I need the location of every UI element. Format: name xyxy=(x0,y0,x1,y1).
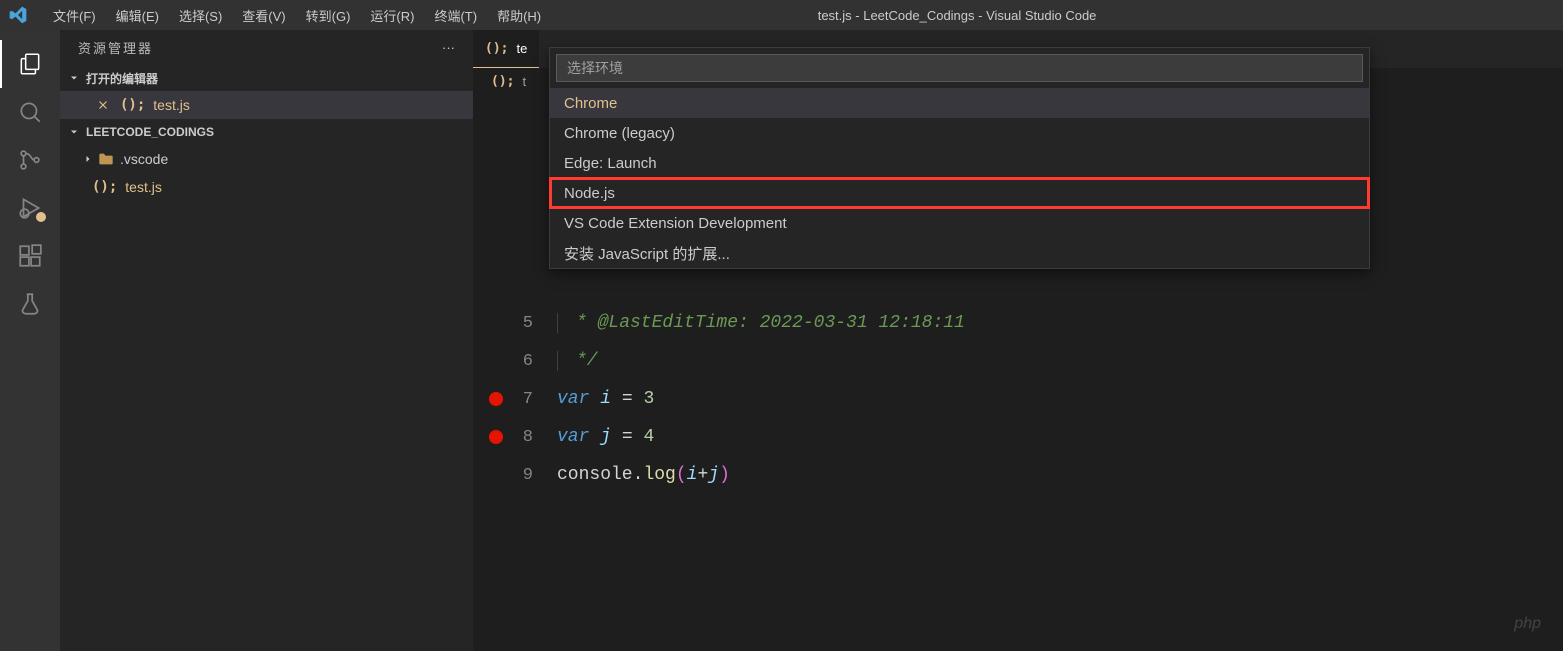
open-editors-section[interactable]: 打开的编辑器 xyxy=(60,65,473,91)
window-title: test.js - LeetCode_Codings - Visual Stud… xyxy=(551,8,1563,23)
open-editors-label: 打开的编辑器 xyxy=(86,70,158,87)
chevron-right-icon xyxy=(82,153,96,165)
environment-input[interactable]: 选择环境 xyxy=(556,54,1363,82)
breakpoint-icon[interactable] xyxy=(489,430,503,444)
run-debug-icon[interactable] xyxy=(0,184,60,232)
code-line: 9 console.log(i+j) xyxy=(473,456,1563,494)
line-number: 5 xyxy=(473,314,553,333)
line-number: 8 xyxy=(473,428,553,447)
menubar: 文件(F) 编辑(E) 选择(S) 查看(V) 转到(G) 运行(R) 终端(T… xyxy=(43,2,551,29)
file-label: test.js xyxy=(125,179,162,195)
editor-tab-active[interactable]: (); te xyxy=(473,30,539,68)
env-option-chrome[interactable]: Chrome xyxy=(550,88,1369,118)
code-line: 8 var j = 4 xyxy=(473,418,1563,456)
menu-file[interactable]: 文件(F) xyxy=(43,2,106,29)
more-actions-icon[interactable]: ··· xyxy=(442,40,455,55)
breakpoint-icon[interactable] xyxy=(489,392,503,406)
js-file-icon: (); xyxy=(485,41,508,56)
js-file-icon: (); xyxy=(491,74,514,89)
line-number: 7 xyxy=(473,390,553,409)
explorer-icon[interactable] xyxy=(0,40,60,88)
code-comment: * @LastEditTime: 2022-03-31 12:18:11 xyxy=(557,313,965,333)
debug-badge-icon xyxy=(34,210,48,224)
breadcrumb-label: t xyxy=(522,74,526,89)
menu-go[interactable]: 转到(G) xyxy=(296,2,361,29)
line-number: 9 xyxy=(473,466,553,485)
watermark: php xyxy=(1514,615,1541,633)
code-comment: */ xyxy=(557,351,598,371)
tab-label: te xyxy=(516,41,527,56)
code-line: 7 var i = 3 xyxy=(473,380,1563,418)
source-control-icon[interactable] xyxy=(0,136,60,184)
project-label: LEETCODE_CODINGS xyxy=(86,125,214,139)
chevron-down-icon xyxy=(68,72,82,84)
code-line: 5 * @LastEditTime: 2022-03-31 12:18:11 xyxy=(473,304,1563,342)
folder-label: .vscode xyxy=(120,151,168,167)
extensions-icon[interactable] xyxy=(0,232,60,280)
code-line: 6 */ xyxy=(473,342,1563,380)
menu-help[interactable]: 帮助(H) xyxy=(487,2,551,29)
titlebar: 文件(F) 编辑(E) 选择(S) 查看(V) 转到(G) 运行(R) 终端(T… xyxy=(0,0,1563,30)
menu-run[interactable]: 运行(R) xyxy=(360,2,424,29)
testing-icon[interactable] xyxy=(0,280,60,328)
open-editor-item[interactable]: (); test.js xyxy=(60,91,473,119)
js-file-icon: (); xyxy=(92,179,117,195)
folder-item[interactable]: .vscode xyxy=(60,145,473,173)
activity-bar xyxy=(0,30,60,651)
env-option-chrome-legacy[interactable]: Chrome (legacy) xyxy=(550,118,1369,148)
sidebar: 资源管理器 ··· 打开的编辑器 (); test.js LEETCODE_CO… xyxy=(60,30,473,651)
vscode-logo-icon xyxy=(8,5,43,25)
line-number: 6 xyxy=(473,352,553,371)
environment-picker: 选择环境 Chrome Chrome (legacy) Edge: Launch… xyxy=(549,47,1370,269)
js-file-icon: (); xyxy=(120,97,145,113)
env-option-install-js-ext[interactable]: 安装 JavaScript 的扩展... xyxy=(550,238,1369,268)
menu-edit[interactable]: 编辑(E) xyxy=(106,2,169,29)
env-option-edge-launch[interactable]: Edge: Launch xyxy=(550,148,1369,178)
input-placeholder: 选择环境 xyxy=(567,58,623,78)
environment-list: Chrome Chrome (legacy) Edge: Launch Node… xyxy=(550,88,1369,268)
env-option-nodejs[interactable]: Node.js xyxy=(550,178,1369,208)
menu-terminal[interactable]: 终端(T) xyxy=(424,2,487,29)
open-editor-label: test.js xyxy=(153,97,190,113)
search-icon[interactable] xyxy=(0,88,60,136)
close-icon[interactable] xyxy=(96,98,110,112)
folder-icon xyxy=(98,152,114,166)
sidebar-title: 资源管理器 xyxy=(78,38,442,57)
file-item[interactable]: (); test.js xyxy=(60,173,473,201)
sidebar-header: 资源管理器 ··· xyxy=(60,30,473,65)
menu-selection[interactable]: 选择(S) xyxy=(169,2,232,29)
project-section[interactable]: LEETCODE_CODINGS xyxy=(60,119,473,145)
chevron-down-icon xyxy=(68,126,82,138)
env-option-vscode-ext[interactable]: VS Code Extension Development xyxy=(550,208,1369,238)
menu-view[interactable]: 查看(V) xyxy=(232,2,295,29)
